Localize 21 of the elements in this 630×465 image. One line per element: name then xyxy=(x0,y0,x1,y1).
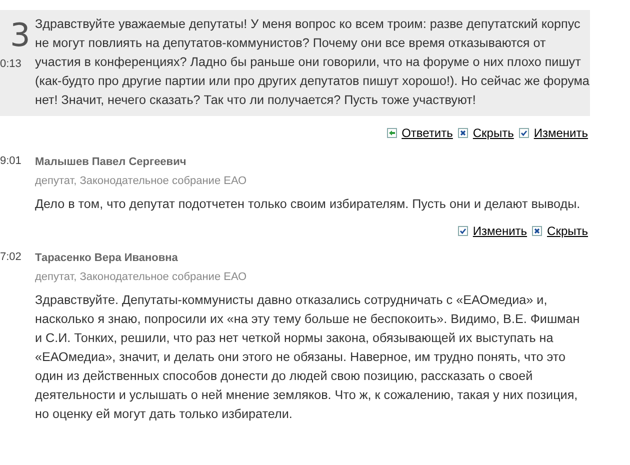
author-role: депутат, Законодательное собрание ЕАО xyxy=(35,174,248,189)
question-text: Здравствуйте уважаемые депутаты! У меня вопрос ко всем троим: разве депутатский корпус не могут повлиять на депутатов-коммунистов? Почему они все время отказываются от участия в конференциях? Ладно бы раньше они говорили, что на форуме о них плохо пишут (как-будто про другие партии или про других депутатов пишут хорошо!). Но сейчас же форума нет! Значит, нечего сказать? Так что ли получается? Пусть тоже участвуют! xyxy=(35,16,590,109)
reply-arrow-icon xyxy=(386,128,397,138)
answer-text: Здравствуйте. Депутаты-коммунисты давно отказались сотрудничать с «ЕАОмедиа» и, насколько я знаю, попросили их «на эту тему больше не беспокоить». Видимо, В.Е. Фишман и С.И. Тонких, решили, что раз нет четкой нормы закона, обязывающей их выступать на «ЕАОмедиа», значит, и делать они этого не обязаны. Наверное, им трудно понять, что это один из действенных способов донести до людей свою позицию, рассказать о своей деятельности и услышать о ней мнение земляков. Что ж, к сожалению, такая у них позиция, но оценку ей могут дать только избиратели. xyxy=(35,292,581,423)
answer-text: Дело в том, что депутат подотчетен только своим избирателям. Пусть они и делают выводы. xyxy=(35,196,582,213)
author-name: Тарасенко Вера Ивановна xyxy=(35,251,179,266)
checkmark-icon xyxy=(458,226,468,236)
reply-link[interactable]: Ответить xyxy=(386,126,453,140)
edit-link[interactable]: Изменить xyxy=(458,224,528,238)
question-time: 0:13 xyxy=(0,58,22,70)
hide-link[interactable]: Скрыть xyxy=(532,224,588,238)
answer-time: 9:01 xyxy=(0,155,22,167)
question-number: 3 xyxy=(10,15,30,55)
author-role: депутат, Законодательное собрание ЕАО xyxy=(35,270,248,285)
hide-link[interactable]: Скрыть xyxy=(458,126,514,140)
edit-link[interactable]: Изменить xyxy=(518,126,588,140)
close-icon xyxy=(532,226,542,236)
close-icon xyxy=(458,128,468,138)
author-name: Малышев Павел Сергеевич xyxy=(35,155,188,170)
answer-time: 7:02 xyxy=(0,251,22,263)
checkmark-icon xyxy=(518,128,529,138)
